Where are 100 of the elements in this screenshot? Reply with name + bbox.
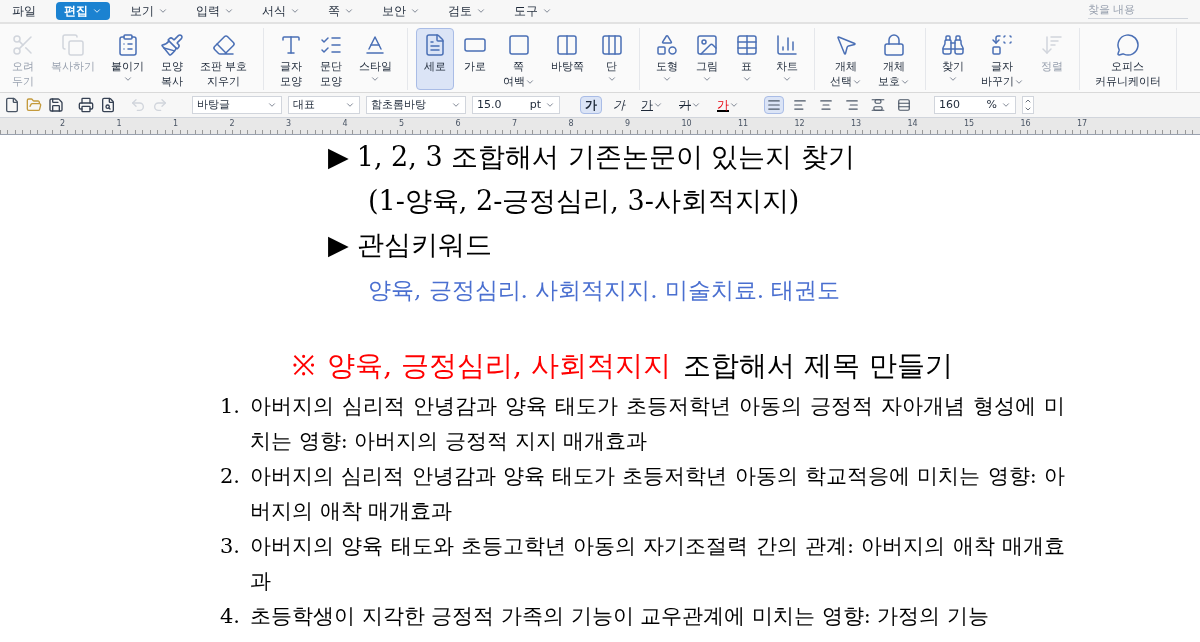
heading-text: 관심키워드 [356, 228, 492, 262]
ruler-number: 2 [60, 118, 67, 130]
character-style-button[interactable]: 가 [580, 96, 602, 114]
caret-icon [1001, 100, 1011, 110]
ruler-number: 15 [964, 118, 976, 130]
table-icon [734, 33, 759, 57]
eraser-icon [211, 33, 236, 57]
ruler-number: 5 [399, 118, 406, 130]
ribbon-button[interactable]: 가로 [455, 28, 494, 90]
align-icon [871, 98, 885, 112]
arrow-marker: ▶ [328, 140, 349, 174]
scissors-icon [11, 33, 35, 57]
list-item-text: 아버지의 심리적 안녕감과 양육 태도가 초등저학년 아동의 학교적응에 미치는 영향: 아버지의 애착 매개효과 [250, 463, 1065, 525]
character-style-button[interactable]: 가 [636, 96, 668, 114]
chat-icon [1115, 33, 1140, 57]
list-number: 3. [220, 533, 238, 560]
ribbon-button[interactable]: 세로 [415, 28, 454, 90]
ruler-number: 1 [116, 118, 123, 130]
ribbon-button[interactable]: 스타일 [351, 28, 399, 90]
menu-item[interactable]: 보안 [374, 2, 428, 20]
list-number: 1. [220, 393, 238, 420]
ribbon-button[interactable]: 개체 선택 [822, 28, 869, 90]
ribbon-button[interactable]: 쪽 여백 [495, 28, 542, 90]
lock-icon [881, 33, 906, 57]
reference-mark: ※ [292, 348, 316, 384]
ribbon-button[interactable]: 그림 [687, 28, 726, 90]
ribbon-button[interactable]: 모양 복사 [153, 28, 191, 90]
ruler-number: 4 [342, 118, 349, 130]
ruler-number: 3 [286, 118, 293, 130]
save-icon[interactable] [48, 97, 64, 113]
list-number: 4. [220, 603, 238, 630]
list-number: 2. [220, 463, 238, 490]
ribbon-button[interactable]: 바탕쪽 [543, 28, 591, 90]
keyword-list: 양육, 긍정심리. 사회적지지. 미술치료. 태권도 [368, 277, 841, 303]
title-text: 조합해서 제목 만들기 [682, 348, 953, 384]
menu-item[interactable]: 쪽 [320, 2, 362, 20]
align-icon [793, 98, 807, 112]
font-size-field[interactable]: 15.0 pt [472, 96, 560, 114]
copy-icon [61, 33, 85, 57]
ruler-number: 11 [738, 118, 750, 130]
ribbon-button[interactable]: 조판 부호 지우기 [193, 28, 255, 90]
print-icon[interactable] [78, 97, 94, 113]
caret-icon [451, 100, 461, 110]
ruler-number: 17 [1077, 118, 1089, 130]
menu-item[interactable]: 편집 [56, 2, 110, 20]
search-field[interactable]: 찾을 내용 [1088, 3, 1188, 19]
ruler-number: 12 [794, 118, 806, 130]
ribbon-button[interactable]: 문단 모양 [311, 28, 350, 90]
ribbon-button[interactable]: 글자 모양 [271, 28, 310, 90]
paragraph-style-select[interactable]: 바탕글 [192, 96, 282, 114]
list-item-text: 초등학생이 지각한 긍정적 가족의 기능이 교우관계에 미치는 영향: 가정의 기능 [250, 603, 990, 630]
ribbon-button[interactable]: 오피스 커뮤니케이터 [1087, 28, 1168, 90]
ruler-number: 9 [625, 118, 632, 130]
caret-icon [267, 100, 277, 110]
language-select[interactable]: 대표 [288, 96, 360, 114]
menu-item[interactable]: 파일 [4, 2, 44, 20]
columns-icon [555, 33, 579, 57]
arrow-marker: ▶ [328, 228, 349, 262]
ribbon-button[interactable]: 붙이기 [104, 28, 151, 90]
ribbon-button[interactable]: 개체 보호 [870, 28, 917, 90]
character-style-button[interactable]: 가 [712, 96, 744, 114]
menu-item[interactable]: 보기 [122, 2, 176, 20]
spin-button[interactable] [1022, 96, 1034, 114]
menu-item[interactable]: 검토 [440, 2, 494, 20]
menu-item[interactable]: 서식 [254, 2, 308, 20]
ruler-number: 2 [229, 118, 236, 130]
ribbon-button[interactable]: 찾기 [933, 28, 972, 90]
ruler-number: 14 [907, 118, 919, 130]
ribbon-button[interactable]: 표 [727, 28, 766, 90]
menu-item[interactable]: 도구 [506, 2, 560, 20]
align-icon [845, 98, 859, 112]
brush-icon [160, 33, 184, 57]
align-button[interactable] [764, 96, 784, 114]
align-icon [819, 98, 833, 112]
shapes-icon [654, 33, 679, 57]
ribbon-button[interactable]: 차트 [767, 28, 806, 90]
new-document-icon[interactable] [4, 97, 20, 113]
ruler-number: 13 [851, 118, 863, 130]
text-style-icon [363, 33, 387, 57]
preview-icon[interactable] [100, 97, 116, 113]
ruler-number: 16 [1020, 118, 1032, 130]
three-columns-icon [599, 33, 624, 57]
align-icon [767, 98, 781, 112]
ribbon-button[interactable]: 단 [592, 28, 631, 90]
replace-icon [990, 33, 1014, 57]
title-highlight: 양육, 긍정심리, 사회적지지 [327, 348, 671, 384]
list-item-text: 아버지의 심리적 안녕감과 양육 태도가 초등저학년 아동의 긍정적 자아개념 형성에 미치는 영향: 아버지의 긍정적 지지 매개효과 [250, 393, 1065, 455]
menu-item[interactable]: 입력 [188, 2, 242, 20]
ruler-number: 6 [455, 118, 462, 130]
align-icon [897, 98, 911, 112]
ribbon-button[interactable]: 도형 [647, 28, 686, 90]
sort-icon [1039, 33, 1064, 57]
line-spacing-field[interactable]: 160 % [934, 96, 1016, 114]
square-icon [506, 33, 531, 57]
ribbon-button[interactable]: 글자 바꾸기 [973, 28, 1031, 90]
font-select[interactable]: 함초롬바탕 [366, 96, 466, 114]
character-style-button[interactable]: 가 [608, 96, 630, 114]
image-icon [694, 33, 719, 57]
ruler-number: 7 [512, 118, 519, 130]
character-style-button[interactable]: 가 [674, 96, 706, 114]
